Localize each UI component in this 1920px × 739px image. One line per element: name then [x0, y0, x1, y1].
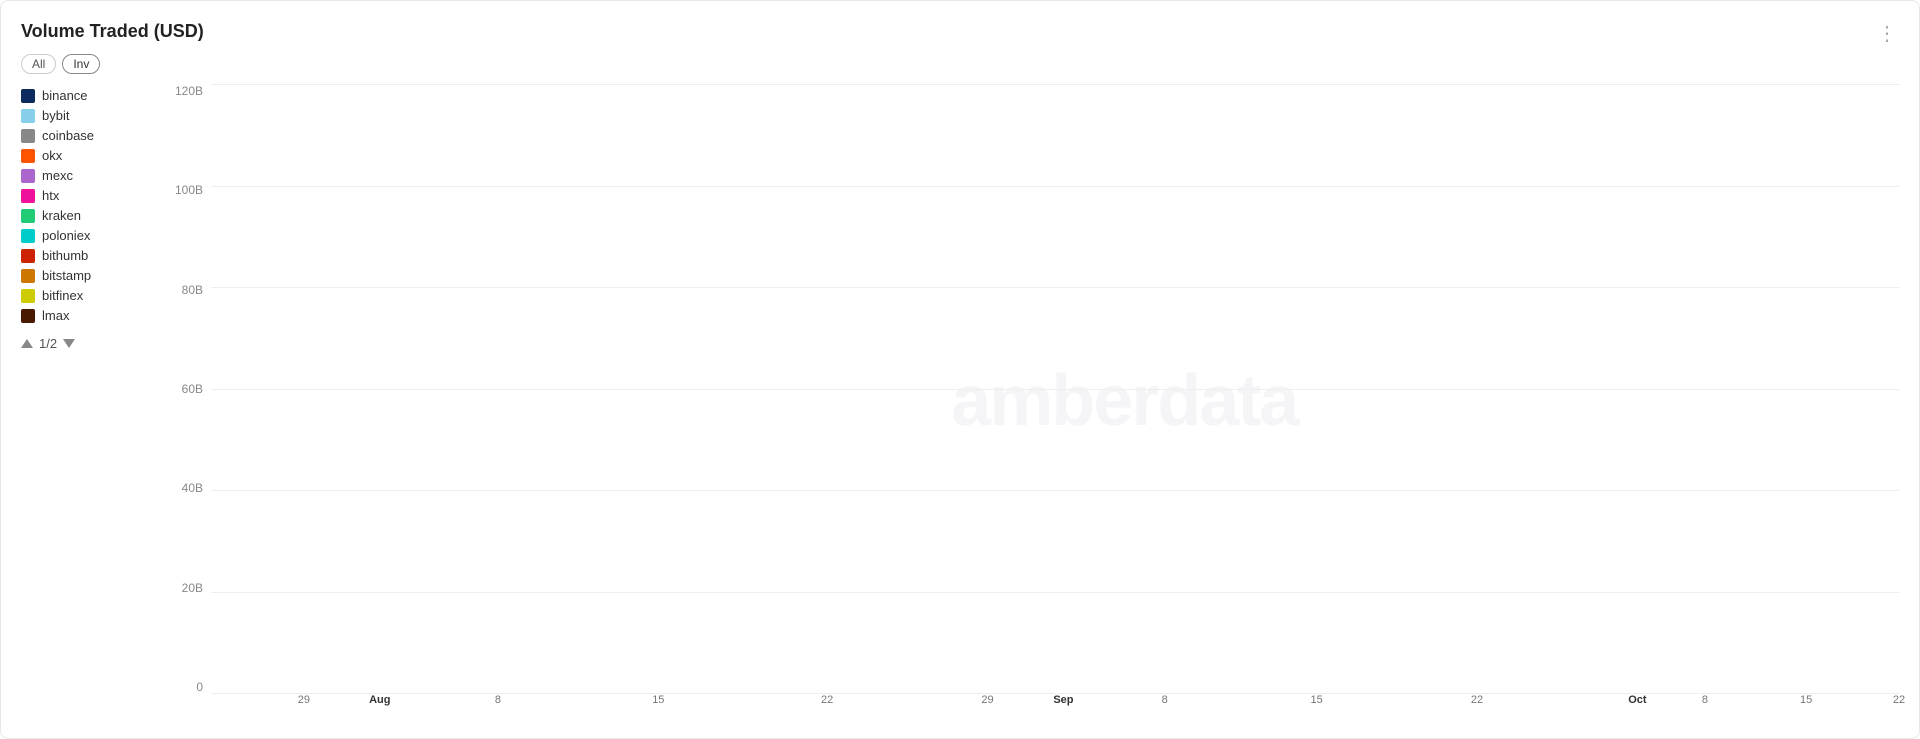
x-axis-label: 29 [981, 694, 993, 706]
y-axis-label: 0 [196, 680, 203, 694]
main-area: binance bybit coinbase okx mexc htx krak… [21, 84, 1899, 718]
x-axis-label: Sep [1053, 694, 1073, 706]
legend-item-mexc[interactable]: mexc [21, 168, 161, 183]
legend-item-htx[interactable]: htx [21, 188, 161, 203]
legend-label-coinbase: coinbase [42, 128, 94, 143]
legend-color-okx [21, 149, 35, 163]
chart-area: 120B100B80B60B40B20B0 amberdata 29Aug815… [161, 84, 1899, 718]
legend-label-bitfinex: bitfinex [42, 288, 83, 303]
y-axis-label: 20B [182, 581, 203, 595]
y-axis-label: 100B [175, 183, 203, 197]
legend-color-htx [21, 189, 35, 203]
legend-label-htx: htx [42, 188, 59, 203]
chart-inner: 120B100B80B60B40B20B0 amberdata 29Aug815… [161, 84, 1899, 718]
legend-label-binance: binance [42, 88, 88, 103]
legend-color-binance [21, 89, 35, 103]
more-options-icon[interactable]: ⋮ [1877, 21, 1899, 46]
legend-label-bithumb: bithumb [42, 248, 88, 263]
x-axis-label: 15 [652, 694, 664, 706]
legend-color-bithumb [21, 249, 35, 263]
y-axis: 120B 100B 80B 60B 40B 20B 0 [161, 84, 211, 718]
legend-prev-button[interactable] [21, 339, 33, 348]
legend-color-mexc [21, 169, 35, 183]
y-axis-label: 40B [182, 481, 203, 495]
legend-item-kraken[interactable]: kraken [21, 208, 161, 223]
legend-label-mexc: mexc [42, 168, 73, 183]
y-axis-label: 60B [182, 382, 203, 396]
legend-item-lmax[interactable]: lmax [21, 308, 161, 323]
legend-color-bitfinex [21, 289, 35, 303]
legend-color-coinbase [21, 129, 35, 143]
legend-label-okx: okx [42, 148, 62, 163]
filter-inv-button[interactable]: Inv [62, 54, 100, 74]
x-axis-label: 22 [1893, 694, 1905, 706]
x-axis-label: 15 [1311, 694, 1323, 706]
legend-next-button[interactable] [63, 339, 75, 348]
legend-item-okx[interactable]: okx [21, 148, 161, 163]
x-axis-label: 8 [1702, 694, 1708, 706]
x-axis-label: Aug [369, 694, 390, 706]
filter-all-button[interactable]: All [21, 54, 56, 74]
legend-item-binance[interactable]: binance [21, 88, 161, 103]
legend-item-bitstamp[interactable]: bitstamp [21, 268, 161, 283]
legend-label-kraken: kraken [42, 208, 81, 223]
main-container: Volume Traded (USD) ⋮ All Inv binance by… [0, 0, 1920, 739]
x-axis-label: 8 [1162, 694, 1168, 706]
legend: binance bybit coinbase okx mexc htx krak… [21, 84, 161, 718]
bars-container [211, 84, 1899, 694]
legend-label-lmax: lmax [42, 308, 69, 323]
legend-item-bitfinex[interactable]: bitfinex [21, 288, 161, 303]
filter-row: All Inv [21, 54, 1899, 74]
legend-item-bybit[interactable]: bybit [21, 108, 161, 123]
legend-page: 1/2 [39, 336, 57, 351]
y-axis-label: 80B [182, 283, 203, 297]
x-axis-label: 22 [1471, 694, 1483, 706]
x-axis: 29Aug8152229Sep81522Oct81522 [211, 694, 1899, 718]
chart-header: Volume Traded (USD) ⋮ [21, 21, 1899, 46]
legend-color-poloniex [21, 229, 35, 243]
legend-item-bithumb[interactable]: bithumb [21, 248, 161, 263]
legend-color-bitstamp [21, 269, 35, 283]
legend-item-poloniex[interactable]: poloniex [21, 228, 161, 243]
x-axis-label: Oct [1628, 694, 1646, 706]
legend-pagination: 1/2 [21, 336, 161, 351]
x-axis-label: 29 [298, 694, 310, 706]
x-axis-label: 22 [821, 694, 833, 706]
legend-color-bybit [21, 109, 35, 123]
y-axis-label: 120B [175, 84, 203, 98]
legend-item-coinbase[interactable]: coinbase [21, 128, 161, 143]
legend-color-kraken [21, 209, 35, 223]
legend-color-lmax [21, 309, 35, 323]
x-axis-label: 15 [1800, 694, 1812, 706]
x-axis-label: 8 [495, 694, 501, 706]
legend-label-poloniex: poloniex [42, 228, 90, 243]
chart-title: Volume Traded (USD) [21, 21, 204, 42]
chart-plot: amberdata 29Aug8152229Sep81522Oct81522 [211, 84, 1899, 718]
legend-label-bybit: bybit [42, 108, 69, 123]
legend-label-bitstamp: bitstamp [42, 268, 91, 283]
